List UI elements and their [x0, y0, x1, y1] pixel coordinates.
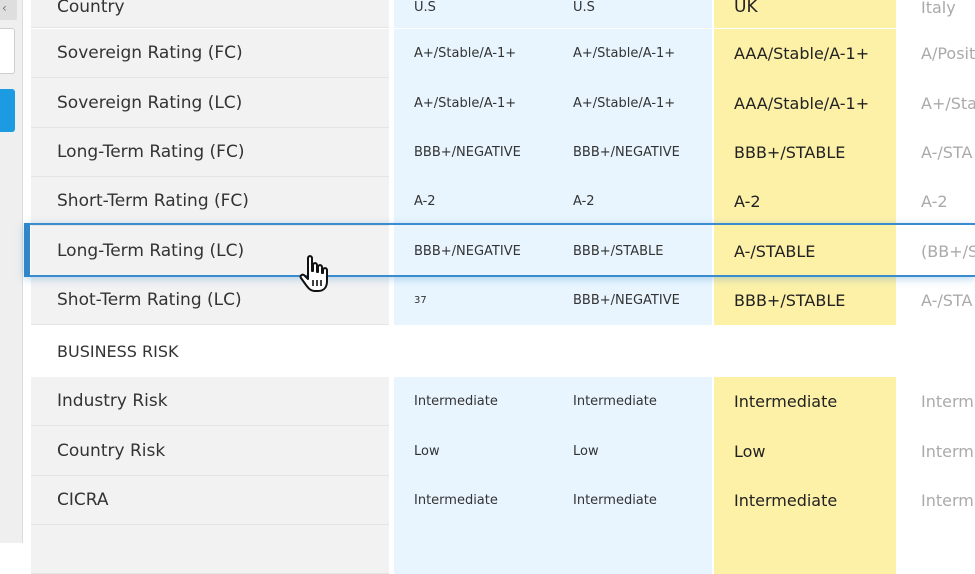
table-cell: A+/Stable/A-1+	[553, 29, 712, 78]
section-title: BUSINESS RISK	[31, 325, 389, 377]
table-cell: Intermediate	[714, 476, 896, 525]
row-label: Long-Term Rating (FC)	[31, 128, 389, 177]
table-cell: BBB+/NEGATIVE	[553, 128, 712, 177]
table-cell: A-/STABLE	[714, 226, 896, 276]
table-cell: A/Posit	[901, 29, 975, 78]
table-cell: BBB+/STABLE	[714, 276, 896, 325]
table-cell: A+/Stable/A-1+	[553, 78, 712, 128]
row-label	[31, 525, 389, 574]
column-header-3: UK	[714, 0, 896, 28]
table-row[interactable]: Sovereign Rating (FC) A+/Stable/A-1+ A+/…	[31, 29, 975, 78]
table-cell: Intermediate	[553, 377, 712, 426]
table-cell: Intermediate	[714, 377, 896, 426]
table-cell: BBB+/NEGATIVE	[394, 226, 553, 276]
table-cell: A-2	[901, 177, 975, 226]
table-cell	[714, 525, 896, 574]
table-cell: A-2	[714, 177, 896, 226]
column-header-2: U.S	[553, 0, 712, 28]
row-label: Country Risk	[31, 426, 389, 476]
table-row[interactable]	[31, 525, 975, 574]
table-row[interactable]: Country Risk Low Low Low Interm	[31, 426, 975, 476]
table-cell: 37	[394, 276, 553, 325]
table-cell: BBB+/STABLE	[553, 226, 712, 276]
table-cell: A-2	[553, 177, 712, 226]
row-label: Short-Term Rating (FC)	[31, 177, 389, 226]
table-cell: Intermediate	[553, 476, 712, 525]
sidebar-input-edge[interactable]	[0, 28, 15, 74]
table-row[interactable]: CICRA Intermediate Intermediate Intermed…	[31, 476, 975, 525]
collapse-tab[interactable]: ‹	[0, 0, 17, 20]
left-panel-edge: ‹	[0, 0, 23, 543]
table-cell: (BB+/S	[901, 226, 975, 276]
table-cell: A-/STA	[901, 128, 975, 177]
table-cell: Intermediate	[394, 476, 553, 525]
table-row[interactable]: Industry Risk Intermediate Intermediate …	[31, 377, 975, 426]
table-row[interactable]: Short-Term Rating (FC) A-2 A-2 A-2 A-2	[31, 177, 975, 226]
table-header-row: Country U.S U.S UK Italy	[31, 0, 975, 28]
table-cell: A+/Stable/A-1+	[394, 78, 553, 128]
table-cell: BBB+/NEGATIVE	[553, 276, 712, 325]
column-header-1: U.S	[394, 0, 553, 28]
table-row[interactable]: Shot-Term Rating (LC) 37 BBB+/NEGATIVE B…	[31, 276, 975, 325]
table-cell: A+/Stable/A-1+	[394, 29, 553, 78]
table-cell: Low	[714, 426, 896, 476]
table-cell: BBB+/NEGATIVE	[394, 128, 553, 177]
sidebar-action-button-edge[interactable]	[0, 89, 15, 132]
table-cell: Low	[394, 426, 553, 476]
row-label: Country	[31, 0, 389, 28]
table-cell: A+/Stal	[901, 78, 975, 128]
chevron-left-icon: ‹	[2, 1, 7, 15]
table-cell: Interm	[901, 426, 975, 476]
table-cell: Low	[553, 426, 712, 476]
row-label: Long-Term Rating (LC)	[31, 226, 389, 276]
table-cell	[394, 525, 553, 574]
table-cell: A-/STA	[901, 276, 975, 325]
table-cell: AAA/Stable/A-1+	[714, 78, 896, 128]
row-label: Sovereign Rating (FC)	[31, 29, 389, 78]
table-cell: Interm	[901, 377, 975, 426]
table-row[interactable]: Long-Term Rating (FC) BBB+/NEGATIVE BBB+…	[31, 128, 975, 177]
row-label: Shot-Term Rating (LC)	[31, 276, 389, 325]
table-cell: Interm	[901, 476, 975, 525]
table-cell: BBB+/STABLE	[714, 128, 896, 177]
table-cell: AAA/Stable/A-1+	[714, 29, 896, 78]
row-label: Sovereign Rating (LC)	[31, 78, 389, 128]
table-row[interactable]: Sovereign Rating (LC) A+/Stable/A-1+ A+/…	[31, 78, 975, 128]
row-label: CICRA	[31, 476, 389, 525]
ratings-comparison-table: Country U.S U.S UK Italy Sovereign Ratin…	[31, 0, 975, 574]
drag-handle[interactable]	[24, 223, 30, 277]
table-row-dragging[interactable]: Long-Term Rating (LC) BBB+/NEGATIVE BBB+…	[31, 226, 975, 276]
table-cell: Intermediate	[394, 377, 553, 426]
row-label: Industry Risk	[31, 377, 389, 426]
section-header-row: BUSINESS RISK	[31, 325, 975, 377]
column-header-4: Italy	[901, 0, 975, 28]
table-cell	[553, 525, 712, 574]
table-cell	[901, 525, 975, 574]
table-cell: A-2	[394, 177, 553, 226]
